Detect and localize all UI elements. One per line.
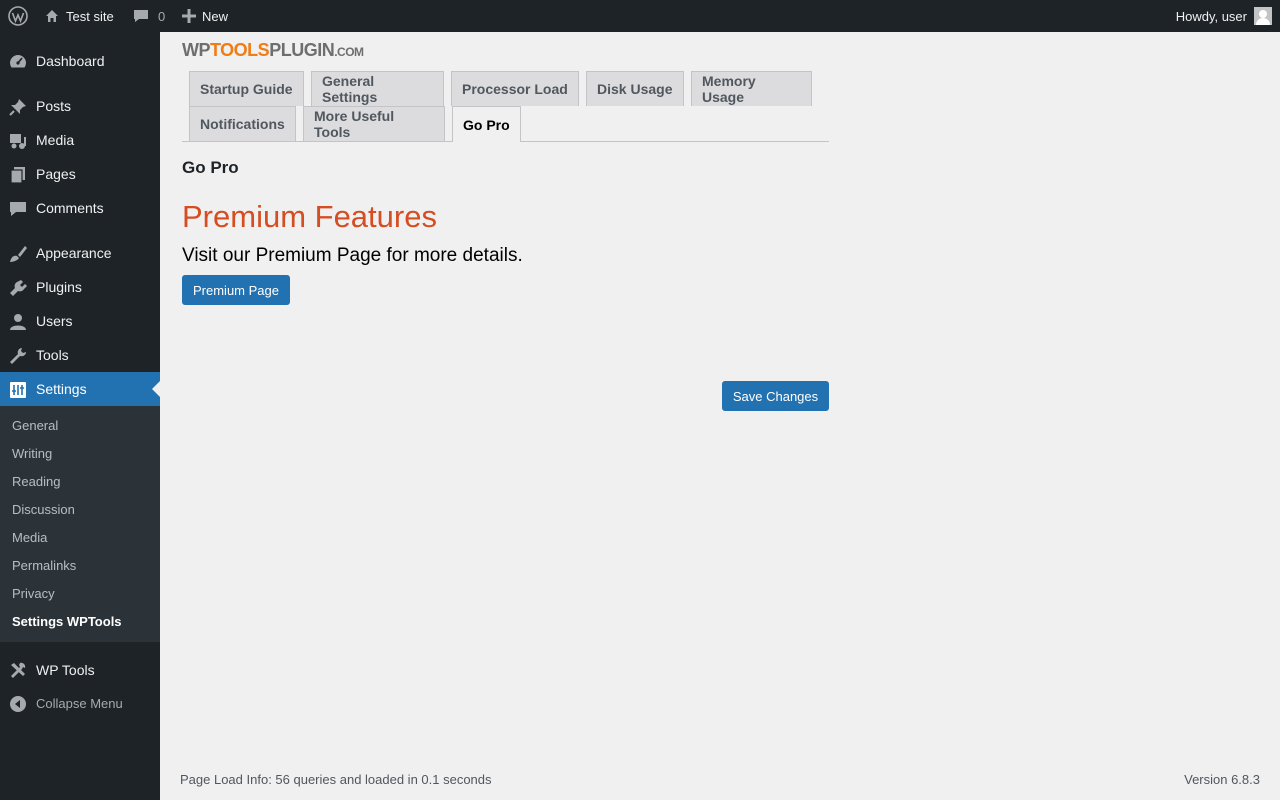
logo-part: .COM [334,45,364,59]
settings-submenu: General Writing Reading Discussion Media… [0,406,160,642]
collapse-menu-button[interactable]: Collapse Menu [0,686,160,720]
settings-tabs: Startup Guide General Settings Processor… [182,71,829,142]
submenu-item-media[interactable]: Media [12,530,47,545]
site-name-link[interactable]: Test site [44,0,114,32]
save-changes-button[interactable]: Save Changes [722,381,829,411]
sidebar-item-label: Settings [36,381,87,397]
submenu-item-privacy[interactable]: Privacy [12,586,55,601]
settings-icon [8,380,28,400]
premium-page-button[interactable]: Premium Page [182,275,290,305]
comments-link[interactable]: 0 [133,0,165,32]
sidebar-item-settings[interactable]: Settings [0,372,160,406]
submenu-item-general[interactable]: General [12,418,58,433]
wrench-icon [8,346,28,366]
tab-startup-guide[interactable]: Startup Guide [189,71,304,106]
comment-icon [133,8,149,24]
sidebar-item-label: Tools [36,347,69,363]
sidebar-item-label: Plugins [36,279,82,295]
sidebar-item-tools[interactable]: Tools [0,338,160,372]
dashboard-icon [8,52,28,72]
comments-count: 0 [158,8,166,24]
logo-part: WP [182,40,211,60]
new-label: New [202,8,229,24]
tab-disk-usage[interactable]: Disk Usage [586,71,684,106]
brush-icon [8,244,28,264]
sidebar-item-label: Media [36,132,75,148]
tab-memory-usage[interactable]: Memory Usage [691,71,812,106]
sidebar-item-wp-tools[interactable]: WP Tools [0,653,160,687]
sidebar-item-dashboard[interactable]: Dashboard [0,44,160,78]
logo-part: TOOLS [210,40,270,60]
plus-icon [182,9,196,23]
avatar [1254,7,1272,25]
tools-icon [8,661,28,681]
pages-icon [8,165,28,185]
submenu-item-settings-wptools[interactable]: Settings WPTools [12,614,122,629]
page-load-info: Page Load Info: 56 queries and loaded in… [180,772,492,787]
new-content-link[interactable]: New [182,0,228,32]
sidebar-item-label: Comments [36,200,104,216]
tab-notifications[interactable]: Notifications [189,106,296,141]
sidebar-item-appearance[interactable]: Appearance [0,236,160,270]
tab-general-settings[interactable]: General Settings [311,71,444,106]
submenu-item-reading[interactable]: Reading [12,474,60,489]
submenu-item-permalinks[interactable]: Permalinks [12,558,76,573]
page-title: Go Pro [182,158,239,177]
plug-icon [8,278,28,298]
howdy-label: Howdy, user [1175,8,1247,24]
sidebar-item-posts[interactable]: Posts [0,89,160,123]
sidebar-item-users[interactable]: Users [0,304,160,338]
sidebar-item-label: Users [36,313,73,329]
media-icon [8,131,28,151]
tab-more-useful-tools[interactable]: More Useful Tools [303,106,445,141]
sidebar-item-media[interactable]: Media [0,123,160,157]
sidebar-item-pages[interactable]: Pages [0,157,160,191]
wordpress-logo-icon[interactable] [0,0,35,32]
sidebar-item-comments[interactable]: Comments [0,191,160,225]
collapse-icon [8,694,28,714]
wordpress-version: Version 6.8.3 [1184,772,1260,787]
account-menu[interactable]: Howdy, user [1176,0,1272,32]
wptools-logo: WPTOOLSPLUGIN.COM [182,40,364,62]
sidebar-item-label: Dashboard [36,53,105,69]
sidebar-item-label: WP Tools [36,662,95,678]
tab-processor-load[interactable]: Processor Load [451,71,579,106]
premium-description: Visit our Premium Page for more details. [182,245,523,266]
sidebar-item-plugins[interactable]: Plugins [0,270,160,304]
user-icon [8,312,28,332]
home-icon [44,8,60,24]
premium-heading: Premium Features [182,199,437,234]
sidebar-item-label: Pages [36,166,76,182]
pin-icon [8,97,28,117]
admin-bar: Test site 0 New Howdy, user [0,0,1280,32]
site-name-label: Test site [66,8,114,24]
admin-sidebar: Dashboard Posts Media Pages Comments App… [0,32,160,800]
submenu-item-writing[interactable]: Writing [12,446,52,461]
collapse-menu-label: Collapse Menu [36,695,123,711]
sidebar-item-label: Posts [36,98,72,114]
sidebar-item-label: Appearance [36,245,112,261]
submenu-item-discussion[interactable]: Discussion [12,502,75,517]
comment-icon [8,199,28,219]
logo-part: PLUGIN [269,40,335,60]
tab-go-pro[interactable]: Go Pro [452,106,521,142]
